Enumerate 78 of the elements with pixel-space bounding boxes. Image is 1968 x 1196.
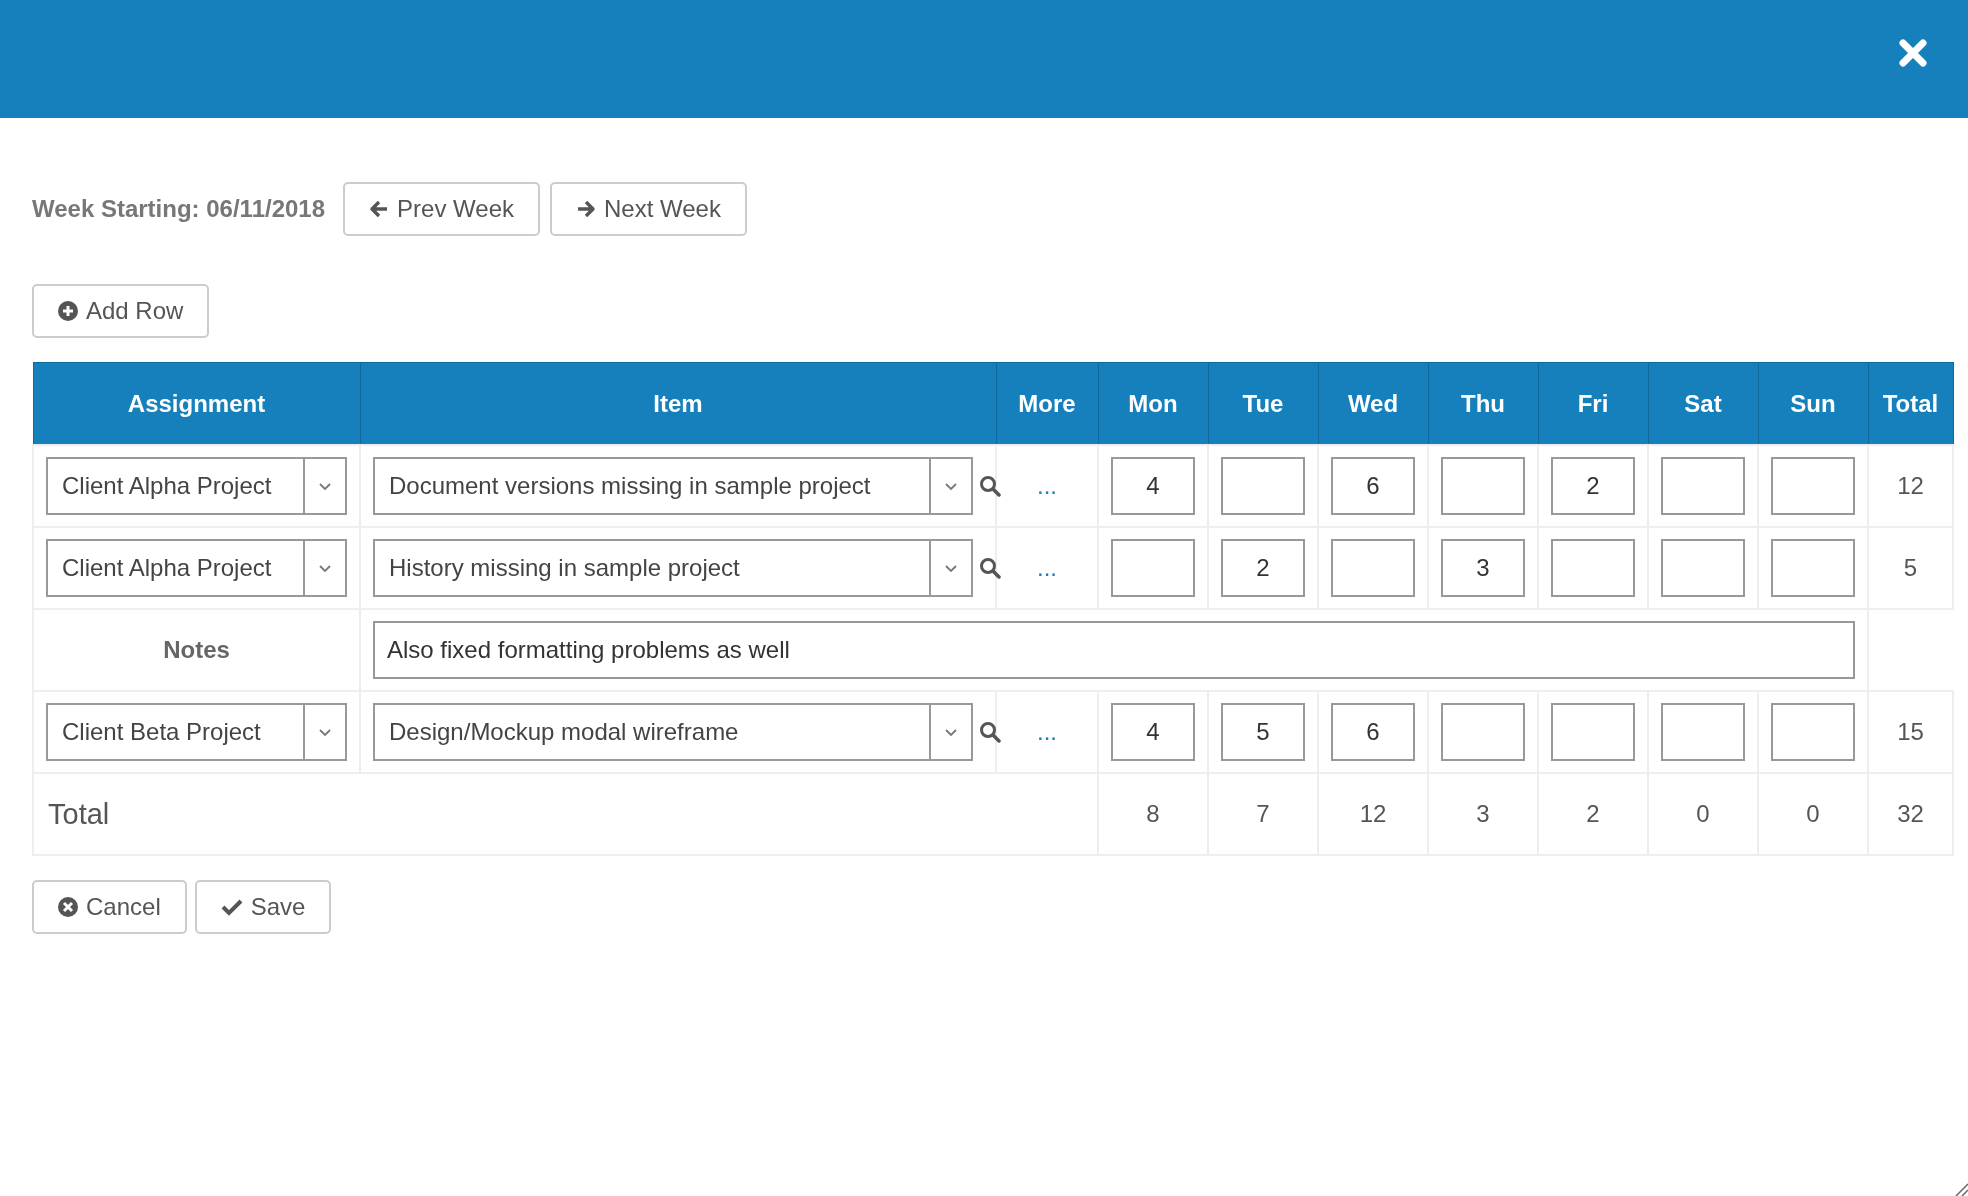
caret-icon: [944, 481, 958, 491]
left-arrow-icon: [369, 199, 390, 219]
hours-field[interactable]: 4: [1111, 457, 1195, 515]
grand-total: 32: [1868, 773, 1953, 855]
hours-field[interactable]: 4: [1111, 703, 1195, 761]
caret-icon: [318, 727, 332, 737]
hours-field[interactable]: [1441, 703, 1525, 761]
more-link[interactable]: ...: [1037, 554, 1057, 581]
more-link[interactable]: ...: [1037, 718, 1057, 745]
column-header: Total: [1868, 362, 1953, 445]
column-header: More: [996, 362, 1098, 445]
resize-grip-icon: [1954, 1182, 1968, 1196]
day-total: 12: [1318, 773, 1428, 855]
column-header: Wed: [1318, 362, 1428, 445]
day-total: 7: [1208, 773, 1318, 855]
caret-icon: [318, 563, 332, 573]
row-total: 12: [1868, 445, 1953, 527]
column-header: Mon: [1098, 362, 1208, 445]
search-icon[interactable]: [979, 557, 1001, 579]
hours-field[interactable]: [1771, 539, 1855, 597]
hours-field[interactable]: [1551, 539, 1635, 597]
item-dropdown[interactable]: Document versions missing in sample project: [373, 457, 973, 515]
notes-label: Notes: [33, 609, 360, 691]
column-header: Item: [360, 362, 996, 445]
hours-field[interactable]: 3: [1441, 539, 1525, 597]
column-header: Assignment: [33, 362, 360, 445]
hours-field[interactable]: [1331, 539, 1415, 597]
save-button[interactable]: Save: [194, 880, 332, 934]
row-total: 15: [1868, 691, 1953, 773]
day-total: 3: [1428, 773, 1538, 855]
close-icon: [1898, 38, 1928, 68]
hours-field[interactable]: [1551, 703, 1635, 761]
column-header: Tue: [1208, 362, 1318, 445]
search-icon[interactable]: [979, 721, 1001, 743]
next-week-button[interactable]: Next Week: [550, 182, 747, 236]
day-total: 8: [1098, 773, 1208, 855]
plus-circle-icon: [58, 301, 78, 321]
prev-week-button[interactable]: Prev Week: [343, 182, 540, 236]
hours-field[interactable]: [1661, 703, 1745, 761]
hours-field[interactable]: [1771, 457, 1855, 515]
hours-field[interactable]: [1771, 703, 1855, 761]
hours-field[interactable]: 2: [1221, 539, 1305, 597]
day-total: 0: [1648, 773, 1758, 855]
total-label: Total: [33, 773, 1098, 855]
caret-icon: [944, 727, 958, 737]
hours-field[interactable]: 2: [1551, 457, 1635, 515]
checkmark-icon: [220, 897, 243, 917]
column-header: Fri: [1538, 362, 1648, 445]
item-dropdown[interactable]: Design/Mockup modal wireframe: [373, 703, 973, 761]
x-circle-icon: [58, 897, 78, 917]
hours-field[interactable]: [1661, 457, 1745, 515]
column-header: Thu: [1428, 362, 1538, 445]
cancel-button[interactable]: Cancel: [32, 880, 187, 934]
assignment-dropdown[interactable]: Client Alpha Project: [46, 457, 347, 515]
week-starting-label: Week Starting: 06/11/2018: [32, 195, 326, 223]
hours-field[interactable]: 6: [1331, 703, 1415, 761]
day-total: 2: [1538, 773, 1648, 855]
more-link[interactable]: ...: [1037, 472, 1057, 499]
hours-field[interactable]: [1111, 539, 1195, 597]
right-arrow-icon: [576, 199, 596, 219]
assignment-dropdown[interactable]: Client Beta Project: [46, 703, 347, 761]
column-header: Sat: [1648, 362, 1758, 445]
item-dropdown[interactable]: History missing in sample project: [373, 539, 973, 597]
close-button[interactable]: [1898, 38, 1928, 68]
hours-field[interactable]: [1221, 457, 1305, 515]
caret-icon: [944, 563, 958, 573]
hours-field[interactable]: [1661, 539, 1745, 597]
hours-field[interactable]: 5: [1221, 703, 1305, 761]
row-total: 5: [1868, 527, 1953, 609]
assignment-dropdown[interactable]: Client Alpha Project: [46, 539, 347, 597]
hours-field[interactable]: [1441, 457, 1525, 515]
search-icon[interactable]: [979, 475, 1001, 497]
column-header: Sun: [1758, 362, 1868, 445]
add-row-button[interactable]: Add Row: [32, 284, 210, 338]
hours-field[interactable]: 6: [1331, 457, 1415, 515]
notes-field[interactable]: Also fixed formatting problems as well: [373, 621, 1855, 679]
day-total: 0: [1758, 773, 1868, 855]
caret-icon: [318, 481, 332, 491]
